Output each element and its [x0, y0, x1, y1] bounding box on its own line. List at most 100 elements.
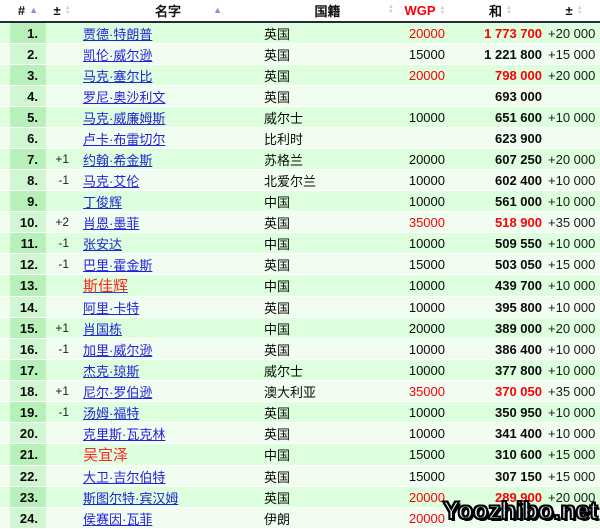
rank-cell: 2.	[10, 44, 46, 65]
nationality-cell: 英国	[258, 466, 397, 487]
rank-change-cell	[46, 275, 78, 297]
player-name-link[interactable]: 杰克·琼斯	[83, 364, 139, 379]
header-points-change[interactable]: ±▲▼	[548, 0, 600, 22]
player-name-link[interactable]: 斯图尔特·宾汉姆	[83, 491, 178, 506]
player-name-link[interactable]: 卢卡·布雷切尔	[83, 132, 165, 147]
points-change-cell: +15 000	[548, 466, 600, 487]
player-name-link[interactable]: 吴宜泽	[83, 447, 128, 464]
row-spacer	[0, 275, 10, 297]
player-name-link[interactable]: 汤姆·福特	[83, 406, 139, 421]
header-nationality[interactable]: 国籍 ▲▼	[258, 0, 397, 22]
player-name-link[interactable]: 肖国栋	[83, 322, 122, 337]
nationality-cell: 北爱尔兰	[258, 170, 397, 191]
row-spacer	[0, 423, 10, 444]
rank-cell: 11.	[10, 233, 46, 254]
rank-cell: 15.	[10, 318, 46, 339]
header-rank[interactable]: #▲	[10, 0, 46, 22]
sort-both-icon: ▲▼	[65, 6, 71, 16]
player-name-link[interactable]: 加里·威尔逊	[83, 343, 152, 358]
player-name-link[interactable]: 马克·塞尔比	[83, 69, 152, 84]
player-name-link[interactable]: 丁俊辉	[83, 195, 122, 210]
header-wgp[interactable]: WGP▲▼	[397, 0, 453, 22]
row-spacer	[0, 360, 10, 381]
points-change-cell: +15 000	[548, 254, 600, 275]
row-spacer	[0, 107, 10, 128]
wgp-cell	[397, 128, 453, 149]
player-name-link[interactable]: 张安达	[83, 237, 122, 252]
player-name-link[interactable]: 斯佳辉	[83, 278, 128, 295]
player-name-link[interactable]: 大卫·吉尔伯特	[83, 470, 165, 485]
player-name-cell: 杰克·琼斯	[78, 360, 258, 381]
rank-cell: 21.	[10, 444, 46, 466]
points-change-cell: +20 000	[548, 22, 600, 44]
header-points-change-label: ±	[565, 3, 572, 18]
row-spacer	[0, 233, 10, 254]
header-change[interactable]: ±▲▼	[46, 0, 78, 22]
wgp-cell: 20000	[397, 508, 453, 529]
player-name-cell: 肖国栋	[78, 318, 258, 339]
rank-change-cell	[46, 508, 78, 529]
sum-cell: 651 600	[453, 107, 548, 128]
points-change-cell: +35 000	[548, 212, 600, 233]
points-change-cell: +10 000	[548, 297, 600, 318]
table-row: 22.大卫·吉尔伯特英国15000307 150+15 000	[0, 466, 600, 487]
wgp-cell: 15000	[397, 444, 453, 466]
player-name-cell: 马克·塞尔比	[78, 65, 258, 86]
player-name-link[interactable]: 贾德·特朗普	[83, 27, 152, 42]
points-change-cell: +20 000	[548, 65, 600, 86]
header-name-label: 名字	[155, 1, 181, 20]
rank-cell: 1.	[10, 22, 46, 44]
player-name-link[interactable]: 尼尔·罗伯逊	[83, 385, 152, 400]
sum-cell: 623 900	[453, 128, 548, 149]
player-name-link[interactable]: 凯伦·威尔逊	[83, 48, 152, 63]
player-name-link[interactable]: 罗尼·奥沙利文	[83, 90, 165, 105]
header-row: #▲ ±▲▼ 名字 ▲ 国籍 ▲▼ WGP▲▼ 和▲▼ ±▲▼	[0, 0, 600, 22]
rank-cell: 20.	[10, 423, 46, 444]
nationality-cell: 威尔士	[258, 360, 397, 381]
row-spacer	[0, 444, 10, 466]
player-name-link[interactable]: 马克·威廉姆斯	[83, 111, 165, 126]
points-change-cell: +20 000	[548, 149, 600, 170]
header-sum[interactable]: 和▲▼	[453, 0, 548, 22]
nationality-cell: 中国	[258, 191, 397, 212]
player-name-link[interactable]: 马克·艾伦	[83, 174, 139, 189]
player-name-link[interactable]: 阿里·卡特	[83, 301, 139, 316]
player-name-link[interactable]: 克里斯·瓦克林	[83, 427, 165, 442]
table-row: 9.丁俊辉中国10000561 000+10 000	[0, 191, 600, 212]
points-change-cell: +10 000	[548, 191, 600, 212]
rank-change-cell: -1	[46, 254, 78, 275]
row-spacer	[0, 339, 10, 360]
sort-asc-icon: ▲	[213, 6, 222, 15]
player-name-cell: 加里·威尔逊	[78, 339, 258, 360]
player-name-link[interactable]: 侯赛因·瓦菲	[83, 512, 152, 527]
points-change-cell: +10 000	[548, 233, 600, 254]
rank-change-cell: -1	[46, 402, 78, 423]
player-name-cell: 张安达	[78, 233, 258, 254]
player-name-cell: 巴里·霍金斯	[78, 254, 258, 275]
header-nationality-label: 国籍	[314, 1, 340, 20]
header-spacer	[0, 0, 10, 22]
wgp-cell: 15000	[397, 466, 453, 487]
nationality-cell: 英国	[258, 44, 397, 65]
row-spacer	[0, 487, 10, 508]
rank-cell: 12.	[10, 254, 46, 275]
table-row: 4.罗尼·奥沙利文英国693 000	[0, 86, 600, 107]
rank-cell: 6.	[10, 128, 46, 149]
player-name-link[interactable]: 巴里·霍金斯	[83, 258, 152, 273]
player-name-cell: 卢卡·布雷切尔	[78, 128, 258, 149]
table-row: 3.马克·塞尔比英国20000798 000+20 000	[0, 65, 600, 86]
rank-change-cell	[46, 128, 78, 149]
wgp-cell: 35000	[397, 212, 453, 233]
points-change-cell: +10 000	[548, 107, 600, 128]
player-name-cell: 吴宜泽	[78, 444, 258, 466]
player-name-link[interactable]: 约翰·希金斯	[83, 153, 152, 168]
rank-change-cell	[46, 44, 78, 65]
wgp-cell: 20000	[397, 22, 453, 44]
player-name-link[interactable]: 肖恩·墨菲	[83, 216, 139, 231]
wgp-cell: 10000	[397, 297, 453, 318]
header-name[interactable]: 名字 ▲	[78, 0, 258, 22]
rank-cell: 5.	[10, 107, 46, 128]
sum-cell: 693 000	[453, 86, 548, 107]
table-row: 20.克里斯·瓦克林英国10000341 400+10 000	[0, 423, 600, 444]
player-name-cell: 凯伦·威尔逊	[78, 44, 258, 65]
